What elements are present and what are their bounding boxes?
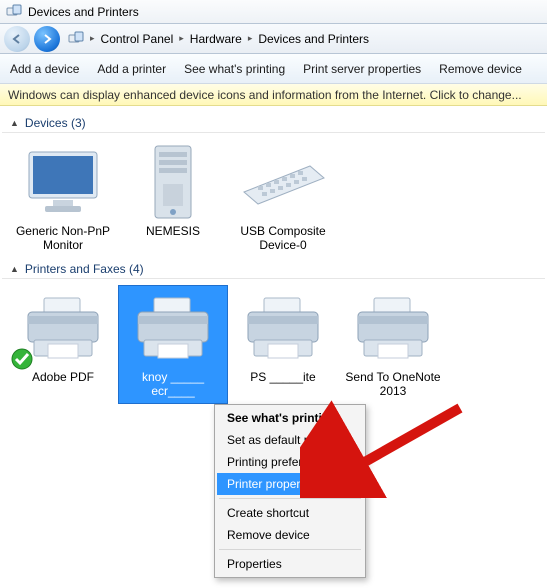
printer-item-adobe-pdf[interactable]: Adobe PDF	[8, 285, 118, 404]
keyboard-icon	[233, 144, 333, 222]
address-bar: ▸ Control Panel ▸ Hardware ▸ Devices and…	[0, 24, 547, 54]
collapse-icon: ▲	[10, 264, 19, 274]
section-label: Printers and Faxes (4)	[25, 262, 144, 276]
nav-back-button[interactable]	[4, 26, 30, 52]
menu-create-shortcut[interactable]: Create shortcut	[217, 502, 363, 524]
menu-printing-preferences[interactable]: Printing preferences	[217, 451, 363, 473]
printer-icon	[233, 290, 333, 368]
menu-see-whats-printing[interactable]: See what's printing	[217, 407, 363, 429]
device-item-monitor[interactable]: Generic Non-PnP Monitor	[8, 139, 118, 258]
printer-icon	[123, 290, 223, 368]
context-menu: See what's printing Set as default print…	[214, 404, 366, 578]
info-banner-text: Windows can display enhanced device icon…	[8, 88, 522, 102]
menu-set-default[interactable]: Set as default printer	[217, 429, 363, 451]
breadcrumb-item[interactable]: Devices and Printers	[256, 30, 371, 48]
device-label: USB Composite Device-0	[233, 224, 333, 253]
devices-printers-icon	[6, 4, 22, 20]
printer-icon	[343, 290, 443, 368]
device-label: Generic Non-PnP Monitor	[13, 224, 113, 253]
printer-label: Adobe PDF	[13, 370, 113, 384]
nav-forward-button[interactable]	[34, 26, 60, 52]
printer-label: Send To OneNote 2013	[343, 370, 443, 399]
printer-icon	[13, 290, 113, 368]
title-bar: Devices and Printers	[0, 0, 547, 24]
menu-separator	[219, 549, 361, 550]
device-item-keyboard[interactable]: USB Composite Device-0	[228, 139, 338, 258]
print-server-properties-button[interactable]: Print server properties	[303, 62, 421, 76]
chevron-right-icon: ▸	[179, 33, 184, 44]
device-item-tower[interactable]: NEMESIS	[118, 139, 228, 258]
breadcrumb-item[interactable]: Hardware	[188, 30, 244, 48]
collapse-icon: ▲	[10, 118, 19, 128]
chevron-right-icon: ▸	[90, 33, 95, 44]
monitor-icon	[13, 144, 113, 222]
info-banner[interactable]: Windows can display enhanced device icon…	[0, 84, 547, 106]
printer-label: PS _____ite	[233, 370, 333, 384]
printer-item[interactable]: PS _____ite	[228, 285, 338, 404]
section-header-printers[interactable]: ▲ Printers and Faxes (4)	[2, 258, 545, 279]
section-label: Devices (3)	[25, 116, 86, 130]
menu-printer-properties[interactable]: Printer properties	[217, 473, 363, 495]
content-pane: ▲ Devices (3) Generic Non-PnP Monitor	[0, 106, 547, 410]
default-check-icon	[11, 348, 33, 370]
breadcrumb-item[interactable]: Control Panel	[99, 30, 176, 48]
chevron-right-icon: ▸	[248, 33, 253, 44]
menu-remove-device[interactable]: Remove device	[217, 524, 363, 546]
computer-tower-icon	[123, 144, 223, 222]
command-bar: Add a device Add a printer See what's pr…	[0, 54, 547, 84]
breadcrumb-icon	[68, 31, 86, 47]
menu-separator	[219, 498, 361, 499]
printer-item-selected[interactable]: knoy _____ ecr____	[118, 285, 228, 404]
devices-items: Generic Non-PnP Monitor NEMESIS	[2, 139, 545, 258]
printer-label: knoy _____ ecr____	[123, 370, 223, 399]
add-printer-button[interactable]: Add a printer	[97, 62, 166, 76]
see-whats-printing-button[interactable]: See what's printing	[184, 62, 285, 76]
printers-items: Adobe PDF knoy _____ ecr____	[2, 285, 545, 404]
device-label: NEMESIS	[123, 224, 223, 238]
add-device-button[interactable]: Add a device	[10, 62, 79, 76]
window-title: Devices and Printers	[28, 5, 139, 19]
printer-item-onenote[interactable]: Send To OneNote 2013	[338, 285, 448, 404]
section-header-devices[interactable]: ▲ Devices (3)	[2, 112, 545, 133]
menu-properties[interactable]: Properties	[217, 553, 363, 575]
remove-device-button[interactable]: Remove device	[439, 62, 522, 76]
